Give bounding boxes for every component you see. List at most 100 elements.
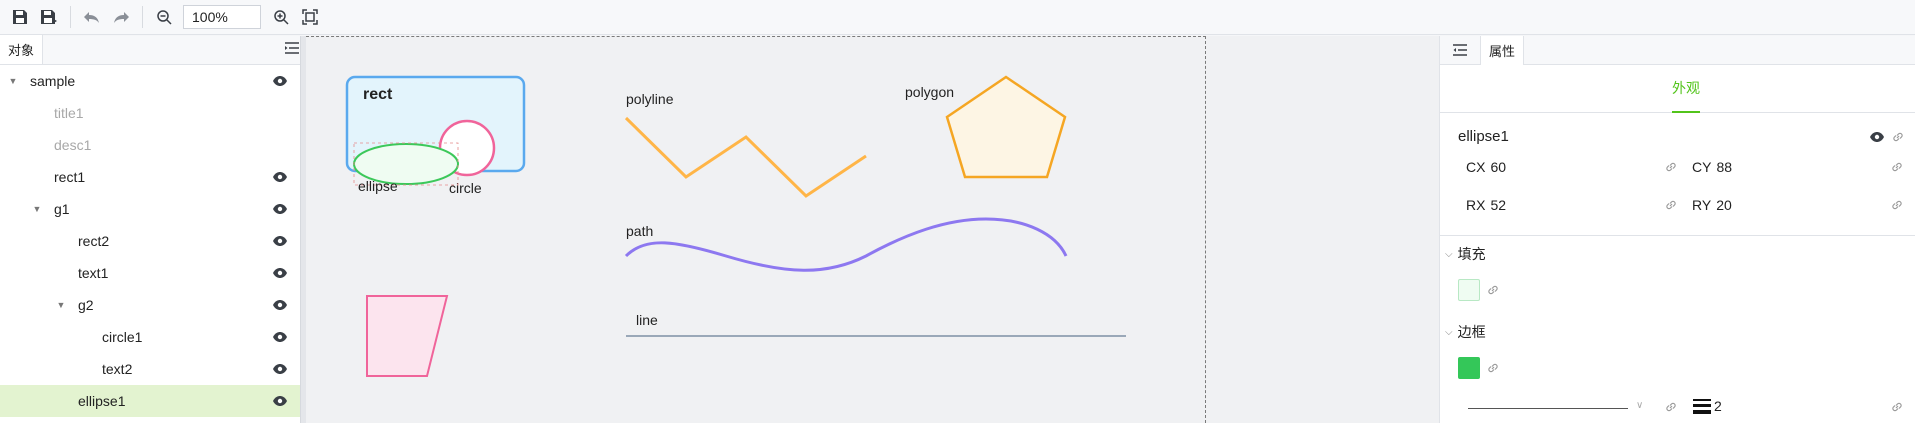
cx-value[interactable]: 60 xyxy=(1490,159,1506,175)
fill-section-header[interactable]: ⌵ 填充 xyxy=(1445,244,1486,264)
cx-label: CX xyxy=(1466,159,1486,175)
tree-item-text2[interactable]: text2 xyxy=(0,353,300,385)
tree-item-g1[interactable]: ▼ g1 xyxy=(0,193,300,225)
zoom-in-icon[interactable] xyxy=(269,5,293,29)
link-icon[interactable] xyxy=(1664,160,1678,177)
ellipse-label: ellipse xyxy=(358,178,398,194)
cy-field[interactable]: CY 88 xyxy=(1692,159,1732,175)
ry-field[interactable]: RY 20 xyxy=(1692,197,1732,213)
link-icon[interactable] xyxy=(1486,361,1500,378)
canvas-area[interactable]: rect circle ellipse polyline polygon pat… xyxy=(306,36,1439,423)
path-shape[interactable] xyxy=(624,217,1068,272)
tree-item-ellipse1[interactable]: ellipse1 xyxy=(0,385,300,417)
visibility-eye-icon[interactable] xyxy=(272,202,288,218)
chevron-down-icon: ⌵ xyxy=(1445,248,1453,260)
toolbar-divider xyxy=(142,6,143,28)
caret-down-icon[interactable]: ▼ xyxy=(6,76,20,86)
fill-section-label: 填充 xyxy=(1457,246,1486,262)
visibility-eye-icon[interactable] xyxy=(1869,130,1885,146)
circle-label: circle xyxy=(449,180,482,196)
link-icon[interactable] xyxy=(1486,283,1500,300)
stroke-section-label: 边框 xyxy=(1457,324,1486,340)
link-icon[interactable] xyxy=(1891,130,1905,147)
tree-item-sample[interactable]: ▼ sample xyxy=(0,65,300,97)
stroke-width-value[interactable]: 2 xyxy=(1714,398,1722,414)
rx-label: RX xyxy=(1466,197,1486,213)
visibility-eye-icon[interactable] xyxy=(272,362,288,378)
properties-panel: 属性 外观 ellipse1 CX 60 CY 88 RX 52 RY 20 ⌵ 填充 ⌵… xyxy=(1439,35,1915,423)
stroke-style-select[interactable] xyxy=(1468,408,1628,409)
visibility-eye-icon[interactable] xyxy=(272,298,288,314)
visibility-eye-icon[interactable] xyxy=(272,330,288,346)
visibility-eye-icon[interactable] xyxy=(272,234,288,250)
tree-item-label: g2 xyxy=(78,297,94,313)
tree-item-label: text1 xyxy=(78,265,109,281)
undo-icon[interactable] xyxy=(80,5,104,29)
cx-field[interactable]: CX 60 xyxy=(1466,159,1506,175)
object-name: ellipse1 xyxy=(1458,128,1509,145)
divider xyxy=(1440,235,1915,236)
stroke-color-swatch[interactable] xyxy=(1458,357,1480,379)
redo-icon[interactable] xyxy=(109,5,133,29)
tab-appearance-indicator xyxy=(1672,111,1700,113)
link-icon[interactable] xyxy=(1664,198,1678,215)
link-icon[interactable] xyxy=(1890,400,1904,417)
properties-panel-tabs: 属性 xyxy=(1440,35,1915,65)
tree-item-rect2[interactable]: rect2 xyxy=(0,225,300,257)
visibility-eye-icon[interactable] xyxy=(272,266,288,282)
caret-down-icon[interactable]: ▼ xyxy=(30,204,44,214)
chevron-down-icon: ⌵ xyxy=(1445,326,1453,338)
parallelogram-shape[interactable] xyxy=(366,295,449,377)
tree-item-g2[interactable]: ▼ g2 xyxy=(0,289,300,321)
save-icon[interactable] xyxy=(8,5,32,29)
drawing-svg: rect circle ellipse polyline polygon pat… xyxy=(345,75,1126,377)
tree-item-label: rect1 xyxy=(54,169,86,185)
tree-item-label: text2 xyxy=(102,361,133,377)
tree-item-title1[interactable]: title1 xyxy=(0,97,300,129)
stroke-section-header[interactable]: ⌵ 边框 xyxy=(1445,322,1486,342)
toolbar xyxy=(0,0,1915,35)
link-icon[interactable] xyxy=(1890,160,1904,177)
tree-item-label: rect2 xyxy=(78,233,110,249)
zoom-input[interactable] xyxy=(183,5,261,29)
tree-item-desc1[interactable]: desc1 xyxy=(0,129,300,161)
visibility-eye-icon[interactable] xyxy=(272,394,288,410)
polyline-label: polyline xyxy=(626,91,674,107)
link-icon[interactable] xyxy=(1664,400,1678,417)
tab-properties[interactable]: 属性 xyxy=(1480,35,1525,65)
rx-value[interactable]: 52 xyxy=(1490,197,1506,213)
polygon-shape[interactable] xyxy=(945,75,1067,179)
tree-item-rect1[interactable]: rect1 xyxy=(0,161,300,193)
cy-value[interactable]: 88 xyxy=(1716,159,1732,175)
visibility-eye-icon[interactable] xyxy=(272,170,288,186)
tab-appearance[interactable]: 外观 xyxy=(1672,78,1700,98)
cy-label: CY xyxy=(1692,159,1712,175)
ry-label: RY xyxy=(1692,197,1712,213)
stroke-width-icon xyxy=(1693,398,1711,414)
chevron-down-icon[interactable]: ∨ xyxy=(1636,400,1643,411)
ry-value[interactable]: 20 xyxy=(1716,197,1732,213)
polyline-shape[interactable] xyxy=(624,116,867,198)
tree-item-label: circle1 xyxy=(102,329,143,345)
path-label: path xyxy=(626,223,653,239)
link-icon[interactable] xyxy=(1890,198,1904,215)
collapse-panel-icon[interactable] xyxy=(1440,36,1480,65)
caret-down-icon[interactable]: ▼ xyxy=(54,300,68,310)
object-tree: ▼ sample title1 desc1 rect1 ▼ g1 rect2 text1 ▼ g2 c… xyxy=(0,65,300,417)
rect-label: rect xyxy=(363,86,393,103)
visibility-eye-icon[interactable] xyxy=(272,74,288,90)
objects-panel-tabs: 对象 xyxy=(0,35,300,65)
save-as-icon[interactable] xyxy=(37,5,61,29)
rx-field[interactable]: RX 52 xyxy=(1466,197,1506,213)
objects-panel: 对象 ▼ sample title1 desc1 rect1 ▼ g1 rect2 text1 ▼… xyxy=(0,35,300,423)
zoom-out-icon[interactable] xyxy=(152,5,176,29)
fill-color-swatch[interactable] xyxy=(1458,279,1480,301)
tree-item-label: g1 xyxy=(54,201,70,217)
tree-item-text1[interactable]: text1 xyxy=(0,257,300,289)
tab-objects[interactable]: 对象 xyxy=(0,35,44,64)
tree-item-label: sample xyxy=(30,73,76,89)
tree-item-circle1[interactable]: circle1 xyxy=(0,321,300,353)
panel-menu-icon[interactable] xyxy=(284,40,300,59)
tree-item-label: title1 xyxy=(54,105,84,121)
fit-icon[interactable] xyxy=(298,5,322,29)
